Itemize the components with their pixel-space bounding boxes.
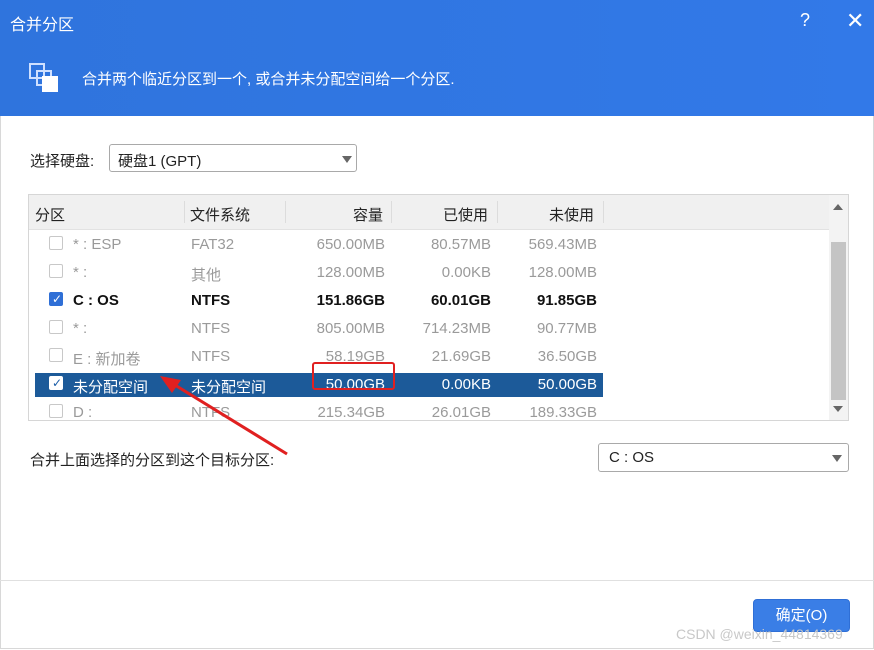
cell-unused: 36.50GB [537,348,597,365]
info-banner: 合并两个临近分区到一个, 或合并未分配空间给一个分区. [0,42,874,116]
cell-used: 714.23MB [422,320,491,337]
cell-used: 0.00KB [441,376,491,393]
cell-used: 60.01GB [430,292,491,309]
cell-used: 26.01GB [431,404,491,421]
row-checkbox[interactable] [49,236,63,250]
title-bar: 合并分区 ? ✕ [0,0,874,42]
cell-capacity: 128.00MB [316,264,385,281]
scroll-down-icon[interactable] [833,406,843,412]
scroll-up-icon[interactable] [833,204,843,210]
watermark: CSDN @weixin_44814369 [676,626,843,642]
table-header: 分区 文件系统 容量 已使用 未使用 [29,195,829,230]
header-fs[interactable]: 文件系统 [190,204,250,225]
vertical-scrollbar[interactable] [829,195,848,420]
cell-used: 0.00KB [441,264,491,281]
header-partition[interactable]: 分区 [35,204,65,225]
cell-unused: 50.00GB [537,376,597,393]
cell-partition: D : [73,404,93,421]
cell-partition: C : OS [73,292,119,309]
cell-partition: * : [73,264,88,281]
target-select[interactable]: C : OS [598,443,849,472]
scroll-thumb[interactable] [831,242,846,400]
cell-partition: 未分配空间 [73,379,149,396]
chevron-down-icon [832,455,842,462]
cell-capacity: 805.00MB [316,320,385,337]
cell-fs: NTFS [191,292,231,309]
header-divider [391,201,392,223]
cell-unused: 569.43MB [528,236,597,253]
cell-fs: 其他 [191,267,222,284]
row-checkbox[interactable] [49,264,63,278]
merge-icon [29,63,58,92]
header-used[interactable]: 已使用 [443,204,488,225]
highlight-box [312,362,395,390]
row-checkbox[interactable]: ✓ [49,292,63,306]
header-divider [285,201,286,223]
row-checkbox[interactable] [49,348,63,362]
cell-capacity: 650.00MB [316,236,385,253]
help-icon[interactable]: ? [800,10,810,31]
cell-fs: FAT32 [191,236,235,253]
disk-select-value: 硬盘1 (GPT) [118,153,202,170]
target-label: 合并上面选择的分区到这个目标分区: [30,452,275,469]
cell-capacity: 215.34GB [317,404,385,421]
row-checkbox[interactable]: ✓ [49,376,63,390]
header-unused[interactable]: 未使用 [549,204,594,225]
header-divider [497,201,498,223]
cell-partition: E : 新加卷 [73,351,141,368]
row-checkbox[interactable] [49,320,63,334]
table-row[interactable]: * : NTFS 805.00MB 714.23MB 90.77MB [35,317,603,341]
header-divider [603,201,604,223]
partition-table: 分区 文件系统 容量 已使用 未使用 * : ESP FAT32 650.00MB 8… [28,194,849,421]
table-row[interactable]: * : 其他 128.00MB 0.00KB 128.00MB [35,261,603,285]
cell-unused: 91.85GB [536,292,597,309]
check-icon: ✓ [52,292,63,306]
cell-partition: * : [73,320,88,337]
footer-divider [0,580,874,581]
window-title: 合并分区 [10,17,75,34]
disk-select[interactable]: 硬盘1 (GPT) [109,144,357,172]
table-row[interactable]: ✓ C : OS NTFS 151.86GB 60.01GB 91.85GB [35,289,603,313]
banner-text: 合并两个临近分区到一个, 或合并未分配空间给一个分区. [82,71,455,88]
cell-fs: NTFS [191,320,231,337]
cell-partition: * : ESP [73,236,122,253]
cell-unused: 90.77MB [536,320,597,337]
close-icon[interactable]: ✕ [846,8,864,34]
check-icon: ✓ [52,376,63,390]
cell-used: 21.69GB [431,348,491,365]
table-row[interactable]: D : NTFS 215.34GB 26.01GB 189.33GB [35,401,603,425]
cell-capacity: 151.86GB [316,292,385,309]
cell-fs: 未分配空间 [191,379,267,396]
cell-unused: 128.00MB [528,264,597,281]
disk-label: 选择硬盘: [30,153,95,170]
header-divider [184,201,185,223]
cell-unused: 189.33GB [529,404,597,421]
target-select-value: C : OS [609,449,655,466]
table-row[interactable]: * : ESP FAT32 650.00MB 80.57MB 569.43MB [35,233,603,257]
row-checkbox[interactable] [49,404,63,418]
cell-fs: NTFS [191,348,231,365]
header-capacity[interactable]: 容量 [353,204,383,225]
chevron-down-icon [342,156,352,163]
cell-fs: NTFS [191,404,231,421]
cell-used: 80.57MB [430,236,491,253]
